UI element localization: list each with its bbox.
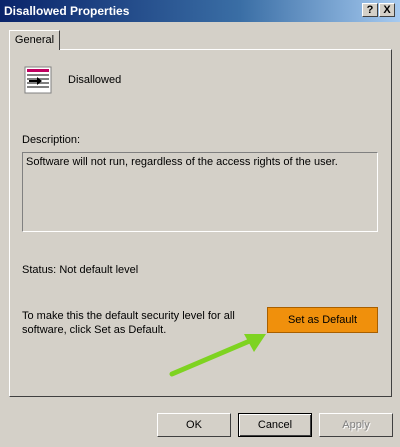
apply-button[interactable]: Apply bbox=[319, 413, 393, 437]
ok-button[interactable]: OK bbox=[157, 413, 231, 437]
window-title: Disallowed Properties bbox=[4, 4, 130, 18]
description-textbox[interactable]: Software will not run, regardless of the… bbox=[22, 152, 378, 232]
policy-list-icon bbox=[24, 66, 52, 94]
title-bar[interactable]: Disallowed Properties ? X bbox=[0, 0, 400, 22]
status-row: Status: Not default level bbox=[22, 264, 138, 276]
cancel-button[interactable]: Cancel bbox=[238, 413, 312, 437]
help-button[interactable]: ? bbox=[362, 3, 378, 17]
set-as-default-button[interactable]: Set as Default bbox=[267, 307, 378, 333]
status-value: Not default level bbox=[59, 264, 139, 276]
policy-name: Disallowed bbox=[68, 74, 122, 86]
close-button[interactable]: X bbox=[379, 3, 395, 17]
description-label: Description: bbox=[22, 134, 81, 146]
tab-general[interactable]: General bbox=[9, 30, 60, 50]
arrow-annotation-icon bbox=[169, 334, 266, 377]
description-text: Software will not run, regardless of the… bbox=[26, 156, 338, 168]
status-label: Status: bbox=[22, 264, 57, 276]
